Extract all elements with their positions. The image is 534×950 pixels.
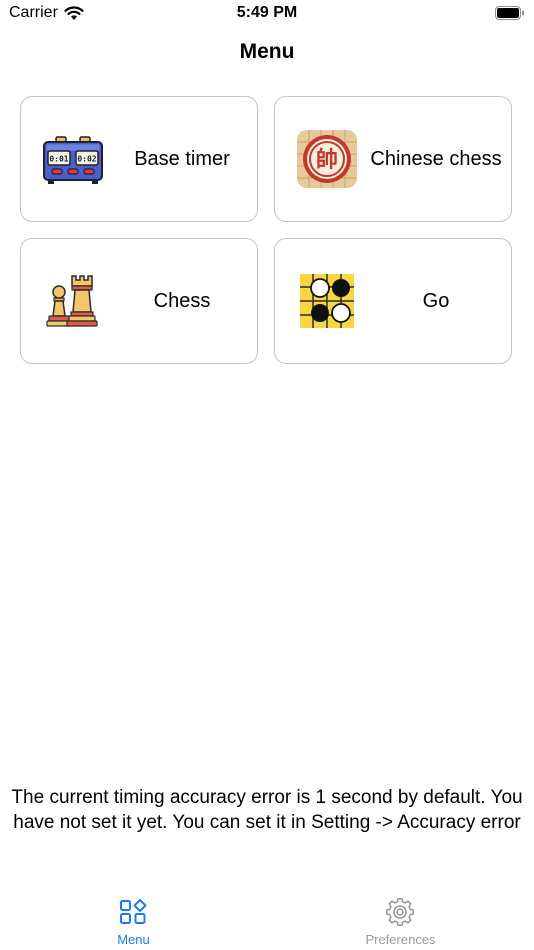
card-label: Base timer (134, 148, 230, 170)
go-board-icon (296, 272, 358, 330)
menu-card-chess[interactable]: Chess (20, 238, 258, 364)
tab-bar: Menu Preferences (0, 884, 534, 950)
status-bar: Carrier 5:49 PM (0, 0, 534, 28)
accuracy-note: The current timing accuracy error is 1 s… (11, 787, 523, 833)
tab-menu[interactable]: Menu (0, 884, 267, 950)
gear-icon (386, 898, 414, 926)
svg-text:帥: 帥 (316, 147, 338, 173)
menu-card-base-timer[interactable]: 0:01 0:02 Base timer (20, 96, 258, 222)
xiangqi-piece-icon: 帥 (296, 130, 358, 188)
tab-menu-label: Menu (117, 932, 150, 947)
chess-clock-icon: 0:01 0:02 (42, 130, 104, 188)
battery-icon (495, 6, 524, 20)
tab-preferences[interactable]: Preferences (267, 884, 534, 950)
status-time: 5:49 PM (236, 4, 298, 21)
menu-card-go[interactable]: Go (274, 238, 512, 364)
card-label: Go (422, 290, 450, 312)
tab-preferences-label: Preferences (365, 932, 436, 947)
svg-text:0:01: 0:01 (49, 155, 68, 164)
chess-pieces-icon (42, 272, 104, 330)
card-label: Chinese chess (370, 148, 502, 170)
grid-icon (120, 899, 147, 924)
page-title: Menu (239, 40, 295, 63)
card-label: Chess (153, 290, 211, 312)
svg-text:0:02: 0:02 (77, 155, 96, 164)
menu-card-chinese-chess[interactable]: 帥 Chinese chess (274, 96, 512, 222)
